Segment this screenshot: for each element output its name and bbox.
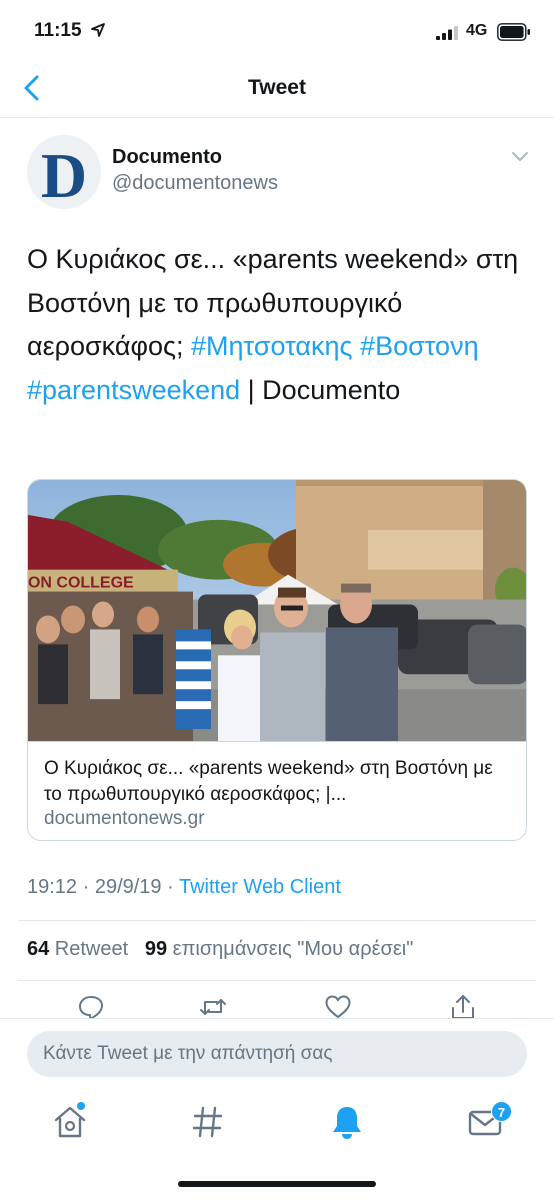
client-link[interactable]: Twitter Web Client (179, 876, 341, 898)
link-preview-card[interactable]: ON COLLEGE Ο Κυριάκος σε... «parents wee… (27, 479, 527, 841)
hashtag-link[interactable]: #parentsweekend (27, 375, 240, 405)
heart-icon[interactable] (324, 994, 352, 1020)
location-arrow-icon (91, 23, 105, 37)
banner-text: ON COLLEGE (28, 575, 134, 592)
navigation-bar: Tweet (0, 64, 554, 118)
retweet-count[interactable]: 64 (27, 938, 49, 960)
avatar[interactable]: D (27, 135, 101, 209)
reply-input[interactable] (27, 1031, 527, 1077)
tweet-meta: 19:12 · 29/9/19 · Twitter Web Client (27, 876, 341, 899)
status-time: 11:15 (34, 20, 82, 41)
hashtag-link[interactable]: #Μητσοτακης (191, 331, 353, 361)
tab-bar (0, 1090, 554, 1160)
home-indicator[interactable] (178, 1181, 376, 1187)
hashtag-link[interactable]: #Βοστονη (360, 331, 479, 361)
divider (18, 980, 536, 981)
messages-badge: 7 (491, 1101, 512, 1122)
card-title: Ο Κυριάκος σε... «parents weekend» στη Β… (44, 758, 493, 805)
like-label[interactable]: επισημάνσεις "Μου αρέσει" (167, 938, 414, 960)
card-domain: documentonews.gr (44, 808, 205, 829)
battery-icon (497, 23, 530, 41)
page-title: Tweet (248, 76, 306, 99)
network-type: 4G (466, 22, 488, 39)
explore-hashtag-icon[interactable] (188, 1102, 228, 1142)
action-row (0, 990, 554, 1020)
chevron-down-icon[interactable] (510, 150, 530, 164)
retweet-icon[interactable] (199, 994, 227, 1020)
tweet-timestamp: 19:12 · 29/9/19 · (27, 876, 179, 898)
tweet-text-part2: | Documento (240, 374, 401, 405)
avatar-logo-letter: D (40, 140, 88, 209)
reply-icon[interactable] (77, 994, 105, 1020)
divider (18, 920, 536, 921)
signal-strength-icon (436, 26, 458, 40)
card-image: ON COLLEGE (28, 480, 526, 742)
retweet-label[interactable]: Retweet (49, 938, 128, 960)
notifications-bell-icon[interactable] (327, 1102, 367, 1142)
share-icon[interactable] (449, 994, 477, 1020)
home-new-content-dot (77, 1102, 85, 1110)
reply-bar (0, 1018, 554, 1088)
engagement-stats: 64 Retweet 99 επισημάνσεις "Μου αρέσει" (27, 938, 413, 961)
author-display-name[interactable]: Documento (112, 146, 222, 169)
author-handle[interactable]: @documentonews (112, 172, 278, 195)
status-bar: 11:15 4G (0, 0, 554, 64)
tweet-text: Ο Κυριάκος σε... «parents weekend» στη Β… (27, 238, 532, 412)
like-count[interactable]: 99 (145, 938, 167, 960)
